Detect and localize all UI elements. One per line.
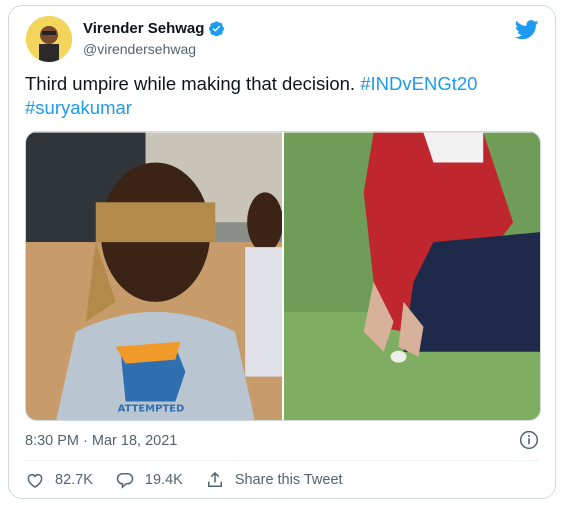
author-name[interactable]: Virender Sehwag bbox=[83, 20, 204, 37]
reply-button[interactable]: 19.4K bbox=[115, 470, 183, 490]
hashtag-suryakumar[interactable]: #suryakumar bbox=[25, 97, 132, 118]
verified-badge-icon bbox=[209, 21, 225, 37]
share-button[interactable]: Share this Tweet bbox=[205, 470, 343, 490]
like-button[interactable]: 82.7K bbox=[25, 470, 93, 490]
info-icon[interactable] bbox=[519, 430, 539, 450]
reply-icon bbox=[116, 473, 134, 489]
author-handle[interactable]: @virendersehwag bbox=[83, 41, 196, 57]
tweet-actions: 82.7K 19.4K Share this Tweet bbox=[25, 470, 365, 490]
reply-count: 19.4K bbox=[144, 472, 183, 488]
tweet-card[interactable]: Virender Sehwag @virendersehwag Third um… bbox=[8, 5, 556, 499]
tweet-text: Third umpire while making that decision.… bbox=[25, 72, 535, 120]
media-right-image[interactable] bbox=[284, 132, 540, 421]
divider bbox=[25, 460, 539, 461]
twitter-bird-icon[interactable] bbox=[515, 20, 539, 40]
share-icon bbox=[207, 471, 222, 487]
like-count: 82.7K bbox=[55, 472, 93, 488]
tweet-body: Third umpire while making that decision. bbox=[25, 73, 361, 94]
heart-icon bbox=[27, 473, 43, 488]
share-label: Share this Tweet bbox=[234, 472, 343, 488]
media-left-image[interactable]: ATTEMPTED bbox=[26, 132, 282, 421]
media-left-shirt-text: ATTEMPTED bbox=[118, 403, 185, 414]
tweet-media[interactable]: ATTEMPTED bbox=[25, 131, 541, 421]
tweet-timestamp[interactable]: 8:30 PM · Mar 18, 2021 bbox=[25, 433, 177, 449]
hashtag-indvengt20[interactable]: #INDvENGt20 bbox=[360, 73, 477, 94]
avatar[interactable] bbox=[26, 16, 72, 62]
